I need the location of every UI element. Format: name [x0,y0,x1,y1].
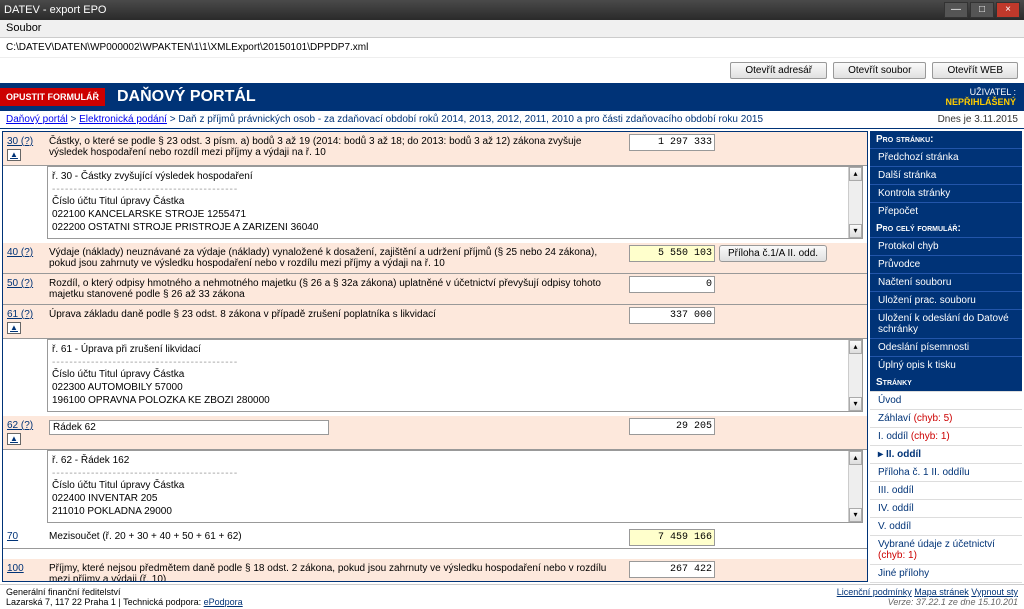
row-61: 61 (?) ▲ Úprava základu daně podle § 23 o… [3,305,867,339]
page-link-0[interactable]: Úvod [870,391,1022,409]
sidebar-header-form: Pro celý formulář: [870,220,1022,237]
nav-print[interactable]: Úplný opis k tisku [870,356,1022,374]
row-30-desc: Částky, o které se podle § 23 odst. 3 pí… [45,132,627,165]
nav-save-work[interactable]: Uložení prac. souboru [870,291,1022,309]
row-61-input[interactable] [629,307,715,324]
top-button-row: Otevřít adresář Otevřít soubor Otevřít W… [0,58,1024,83]
nav-recalc[interactable]: Přepočet [870,202,1022,220]
form-area: 30 (?) ▲ Částky, o které se podle § 23 od… [2,131,868,582]
row-61-num[interactable]: 61 (?) [7,309,33,320]
collapse-icon[interactable]: ▲ [7,149,21,161]
crumb-2[interactable]: Elektronická podání [79,114,167,125]
sitemap-link[interactable]: Mapa stránek [914,587,969,597]
row-40-input[interactable] [629,245,715,262]
row-70: 70 Mezisoučet (ř. 20 + 30 + 40 + 50 + 61… [3,527,867,549]
page-link-10[interactable]: Závěr [870,582,1022,584]
license-link[interactable]: Licenční podmínky [837,587,912,597]
nav-load-file[interactable]: Načtení souboru [870,273,1022,291]
row-70-num: 70 [7,531,18,542]
scroll-down-icon[interactable]: ▾ [849,224,862,238]
sidebar-header-page: Pro stránku: [870,131,1022,148]
crumb-1[interactable]: Daňový portál [6,114,68,125]
collapse-icon[interactable]: ▲ [7,433,21,445]
current-date: Dnes je 3.11.2015 [938,114,1018,125]
scroll-down-icon[interactable]: ▾ [849,508,862,522]
row-100-input[interactable] [629,561,715,578]
row-40: 40 (?) Výdaje (náklady) neuznávané za vý… [3,243,867,274]
page-link-6[interactable]: IV. oddíl [870,499,1022,517]
scroll-up-icon[interactable]: ▴ [849,451,862,465]
row-70-desc: Mezisoučet (ř. 20 + 30 + 40 + 50 + 61 + … [45,527,627,548]
page-link-8[interactable]: Vybrané údaje z účetnictví (chyb: 1) [870,535,1022,564]
nav-wizard[interactable]: Průvodce [870,255,1022,273]
page-link-7[interactable]: V. oddíl [870,517,1022,535]
window-titlebar: DATEV - export EPO — □ × [0,0,1024,20]
row-50-num[interactable]: 50 (?) [7,278,33,289]
footer-org: Generální finanční ředitelství [6,587,837,597]
row-40-desc: Výdaje (náklady) neuznávané za výdaje (n… [45,243,627,273]
detail-box-30: ř. 30 - Částky zvyšující výsledek hospod… [47,166,863,239]
page-link-1[interactable]: Záhlaví (chyb: 5) [870,409,1022,427]
user-status: UŽIVATEL : NEPŘIHLÁŠENÝ [945,87,1024,107]
breadcrumb: Daňový portál > Elektronická podání > Da… [0,111,1024,129]
sidebar-header-pages: Stránky [870,374,1022,391]
row-40-num[interactable]: 40 (?) [7,247,33,258]
support-link[interactable]: ePodpora [204,597,243,607]
row-30: 30 (?) ▲ Částky, o které se podle § 23 od… [3,132,867,166]
row-30-num[interactable]: 30 (?) [7,136,33,147]
row-61-desc: Úprava základu daně podle § 23 odst. 8 z… [45,305,627,338]
row-50: 50 (?) Rozdíl, o který odpisy hmotného a… [3,274,867,305]
row-62: 62 (?) ▲ [3,416,867,450]
window-title: DATEV - export EPO [4,4,107,16]
collapse-icon[interactable]: ▲ [7,322,21,334]
page-link-3[interactable]: ▸II. oddíl [870,445,1022,463]
scroll-up-icon[interactable]: ▴ [849,167,862,181]
page-link-5[interactable]: III. oddíl [870,481,1022,499]
row-62-num[interactable]: 62 (?) [7,420,33,431]
sidebar: Pro stránku: Předchozí stránka Další str… [870,129,1024,584]
row-50-desc: Rozdíl, o který odpisy hmotného a nehmot… [45,274,627,304]
page-link-9[interactable]: Jiné přílohy [870,564,1022,582]
nav-send[interactable]: Odeslání písemnosti [870,338,1022,356]
row-62-desc-input[interactable] [49,420,329,435]
open-web-button[interactable]: Otevřít WEB [932,62,1018,79]
version-text: Verze: 37.22.1 ze dne 15.10.201 [837,597,1018,607]
scroll-down-icon[interactable]: ▾ [849,397,862,411]
page-link-4[interactable]: Příloha č. 1 II. oddílu [870,463,1022,481]
row-62-input[interactable] [629,418,715,435]
row-30-input[interactable] [629,134,715,151]
maximize-button[interactable]: □ [970,2,994,18]
menu-file[interactable]: Soubor [6,22,41,34]
exit-form-button[interactable]: OPUSTIT FORMULÁŘ [0,88,105,106]
file-path: C:\DATEV\DATEN\WP000002\WPAKTEN\1\1\XMLE… [0,38,1024,58]
page-link-2[interactable]: I. oddíl (chyb: 1) [870,427,1022,445]
styles-link[interactable]: Vypnout sty [971,587,1018,597]
scroll-up-icon[interactable]: ▴ [849,340,862,354]
minimize-button[interactable]: — [944,2,968,18]
portal-title: DAŇOVÝ PORTÁL [105,88,945,106]
attachment-button[interactable]: Příloha č.1/A II. odd. [719,245,827,262]
detail-box-62: ř. 62 - Řádek 162 ----------------------… [47,450,863,523]
row-70-input[interactable] [629,529,715,546]
nav-prev-page[interactable]: Předchozí stránka [870,148,1022,166]
row-100-num: 100 [7,563,24,574]
nav-check-page[interactable]: Kontrola stránky [870,184,1022,202]
portal-header: OPUSTIT FORMULÁŘ DAŇOVÝ PORTÁL UŽIVATEL … [0,83,1024,111]
nav-next-page[interactable]: Další stránka [870,166,1022,184]
detail-box-61: ř. 61 - Úprava při zrušení likvidací ---… [47,339,863,412]
open-file-button[interactable]: Otevřít soubor [833,62,926,79]
nav-error-log[interactable]: Protokol chyb [870,237,1022,255]
row-50-input[interactable] [629,276,715,293]
open-dir-button[interactable]: Otevřít adresář [730,62,827,79]
crumb-3: Daň z příjmů právnických osob - za zdaňo… [178,114,763,125]
close-button[interactable]: × [996,2,1020,18]
footer: Generální finanční ředitelství Lazarská … [0,584,1024,609]
nav-save-databox[interactable]: Uložení k odeslání do Datové schránky [870,309,1022,338]
menubar: Soubor [0,20,1024,38]
